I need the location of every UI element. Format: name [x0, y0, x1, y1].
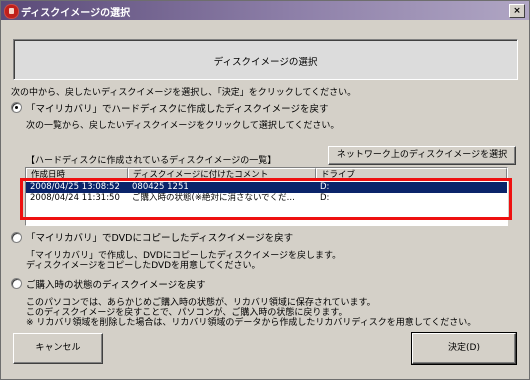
option-hdd-radio[interactable] [11, 102, 22, 113]
option-factory-radio[interactable] [11, 278, 22, 289]
option-dvd-desc2: ディスクイメージをコピーしたDVDを用意してください。 [26, 261, 261, 271]
header-title: ディスクイメージの選択 [213, 57, 318, 68]
title-bar[interactable]: ディスクイメージの選択 × [1, 1, 529, 20]
option-factory-label[interactable]: ご購入時の状態のディスクイメージを戻す [26, 277, 206, 291]
option-dvd-radio[interactable] [11, 232, 22, 243]
close-button[interactable]: × [509, 4, 525, 18]
cancel-button[interactable]: キャンセル [13, 333, 103, 364]
network-image-button[interactable]: ネットワーク上のディスクイメージを選択 [328, 146, 516, 165]
red-highlight-box [20, 178, 512, 220]
list-section-title: 【ハードディスクに作成されているディスクイメージの一覧】 [26, 156, 277, 166]
option-dvd-label[interactable]: 「マイリカバリ」でDVDにコピーしたディスクイメージを戻す [26, 230, 293, 244]
option-hdd-sub: 次の一覧から、戻したいディスクイメージをクリックして選択してください。 [26, 121, 340, 131]
instruction-text: 次の中から、戻したいディスクイメージを選択し、「決定」をクリックしてください。 [11, 88, 357, 98]
dialog-window: ディスクイメージの選択 × ディスクイメージの選択 次の中から、戻したいディスク… [0, 0, 530, 380]
option-factory-desc3: ※ リカバリ領域を削除した場合は、リカバリ領域のデータから作成したリカバリディス… [26, 318, 477, 328]
app-icon [4, 4, 19, 19]
header-panel: ディスクイメージの選択 [13, 39, 518, 80]
ok-button[interactable]: 決定(D) [411, 332, 517, 365]
option-hdd-label[interactable]: 「マイリカバリ」でハードディスクに作成したディスクイメージを戻す [26, 101, 328, 115]
window-title: ディスクイメージの選択 [21, 8, 131, 19]
